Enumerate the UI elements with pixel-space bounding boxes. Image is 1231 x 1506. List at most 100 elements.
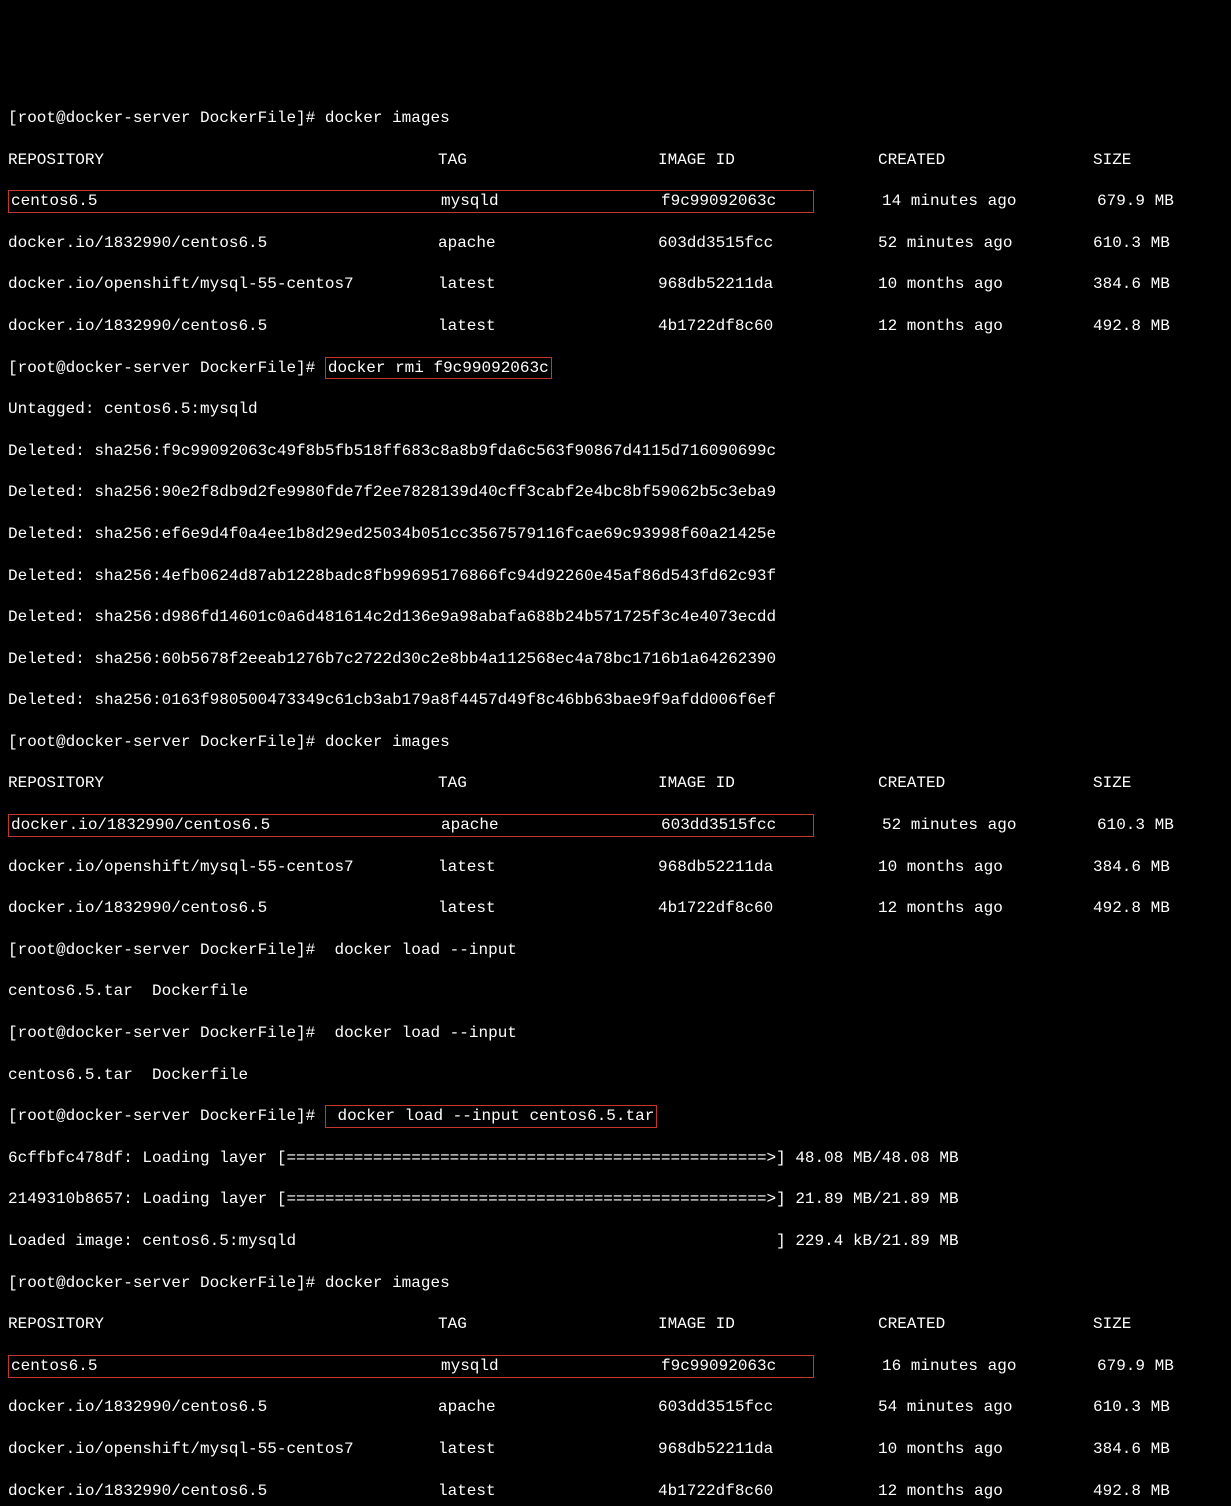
table-header: REPOSITORYTAGIMAGE IDCREATEDSIZE bbox=[8, 773, 1223, 794]
cell-size: 679.9 MB bbox=[1097, 191, 1174, 212]
hdr-created: CREATED bbox=[878, 150, 1093, 171]
output-line: Loaded image: centos6.5:mysqld ] 229.4 k… bbox=[8, 1231, 1223, 1252]
prompt: [root@docker-server DockerFile]# bbox=[8, 1274, 325, 1292]
cell-created: 12 months ago bbox=[878, 898, 1093, 919]
prompt-line[interactable]: [root@docker-server DockerFile]# docker … bbox=[8, 358, 1223, 379]
cell-id: f9c99092063c bbox=[661, 191, 811, 212]
cell-size: 610.3 MB bbox=[1093, 1397, 1170, 1418]
table-row: docker.io/1832990/centos6.5apache603dd35… bbox=[8, 815, 1223, 836]
table-header: REPOSITORYTAGIMAGE IDCREATEDSIZE bbox=[8, 1314, 1223, 1335]
cell-created: 52 minutes ago bbox=[878, 233, 1093, 254]
cell-repo: docker.io/openshift/mysql-55-centos7 bbox=[8, 274, 438, 295]
cell-repo: docker.io/openshift/mysql-55-centos7 bbox=[8, 1439, 438, 1460]
command-text: docker load --input bbox=[325, 1024, 517, 1042]
cell-created: 10 months ago bbox=[878, 857, 1093, 878]
table-row: centos6.5mysqldf9c99092063c16 minutes ag… bbox=[8, 1356, 1223, 1377]
prompt: [root@docker-server DockerFile]# bbox=[8, 1107, 325, 1125]
highlight-box: docker load --input centos6.5.tar bbox=[325, 1105, 657, 1128]
prompt-line[interactable]: [root@docker-server DockerFile]# docker … bbox=[8, 108, 1223, 129]
output-line: Deleted: sha256:f9c99092063c49f8b5fb518f… bbox=[8, 441, 1223, 462]
command-text: docker images bbox=[325, 733, 450, 751]
cell-tag: apache bbox=[438, 233, 658, 254]
hdr-tag: TAG bbox=[438, 150, 658, 171]
cell-id: 603dd3515fcc bbox=[658, 1397, 878, 1418]
command-text: docker load --input bbox=[325, 941, 517, 959]
table-row: centos6.5mysqldf9c99092063c 14 minutes ag… bbox=[8, 191, 1223, 212]
cell-id: 968db52211da bbox=[658, 274, 878, 295]
output-line: Deleted: sha256:90e2f8db9d2fe9980fde7f2e… bbox=[8, 482, 1223, 503]
cell-created: 10 months ago bbox=[878, 274, 1093, 295]
prompt-line[interactable]: [root@docker-server DockerFile]# docker … bbox=[8, 1106, 1223, 1127]
hdr-id: IMAGE ID bbox=[658, 773, 878, 794]
table-row: docker.io/1832990/centos6.5apache603dd35… bbox=[8, 1397, 1223, 1418]
output-line: Deleted: sha256:d986fd14601c0a6d481614c2… bbox=[8, 607, 1223, 628]
command-text: docker images bbox=[325, 1274, 450, 1292]
hdr-id: IMAGE ID bbox=[658, 150, 878, 171]
table-row: docker.io/openshift/mysql-55-centos7late… bbox=[8, 857, 1223, 878]
highlight-box: centos6.5mysqldf9c99092063c bbox=[8, 1355, 814, 1378]
table-row: docker.io/openshift/mysql-55-centos7late… bbox=[8, 274, 1223, 295]
prompt-line[interactable]: [root@docker-server DockerFile]# docker … bbox=[8, 732, 1223, 753]
prompt: [root@docker-server DockerFile]# bbox=[8, 109, 325, 127]
command-text: docker rmi f9c99092063c bbox=[328, 359, 549, 377]
cell-created: 12 months ago bbox=[878, 316, 1093, 337]
cell-size: 610.3 MB bbox=[1093, 233, 1170, 254]
command-text: docker images bbox=[325, 109, 450, 127]
cell-size: 492.8 MB bbox=[1093, 316, 1170, 337]
prompt-line[interactable]: [root@docker-server DockerFile]# docker … bbox=[8, 1273, 1223, 1294]
hdr-repo: REPOSITORY bbox=[8, 1314, 438, 1335]
cell-size: 492.8 MB bbox=[1093, 898, 1170, 919]
output-line: Untagged: centos6.5:mysqld bbox=[8, 399, 1223, 420]
cell-created: 10 months ago bbox=[878, 1439, 1093, 1460]
cell-tag: latest bbox=[438, 316, 658, 337]
prompt: [root@docker-server DockerFile]# bbox=[8, 941, 325, 959]
cell-repo: docker.io/openshift/mysql-55-centos7 bbox=[8, 857, 438, 878]
cell-id: 4b1722df8c60 bbox=[658, 898, 878, 919]
terminal-output: [root@docker-server DockerFile]# docker … bbox=[8, 87, 1223, 1506]
cell-tag: latest bbox=[438, 274, 658, 295]
highlight-box: docker rmi f9c99092063c bbox=[325, 357, 552, 380]
cell-repo: docker.io/1832990/centos6.5 bbox=[8, 898, 438, 919]
cell-size: 679.9 MB bbox=[1097, 1356, 1174, 1377]
cell-tag: mysqld bbox=[441, 191, 661, 212]
cell-tag: apache bbox=[441, 815, 661, 836]
cell-size: 384.6 MB bbox=[1093, 857, 1170, 878]
cell-id: 968db52211da bbox=[658, 857, 878, 878]
prompt: [root@docker-server DockerFile]# bbox=[8, 1024, 325, 1042]
cell-size: 492.8 MB bbox=[1093, 1481, 1170, 1502]
hdr-tag: TAG bbox=[438, 1314, 658, 1335]
hdr-created: CREATED bbox=[878, 773, 1093, 794]
cell-created: 12 months ago bbox=[878, 1481, 1093, 1502]
cell-created: 52 minutes ago bbox=[882, 815, 1097, 836]
output-line: centos6.5.tar Dockerfile bbox=[8, 1065, 1223, 1086]
table-row: docker.io/1832990/centos6.5latest4b1722d… bbox=[8, 898, 1223, 919]
hdr-size: SIZE bbox=[1093, 150, 1131, 171]
output-line: Deleted: sha256:ef6e9d4f0a4ee1b8d29ed250… bbox=[8, 524, 1223, 545]
prompt: [root@docker-server DockerFile]# bbox=[8, 733, 325, 751]
cell-id: 4b1722df8c60 bbox=[658, 1481, 878, 1502]
cell-tag: latest bbox=[438, 1439, 658, 1460]
command-text: docker load --input centos6.5.tar bbox=[328, 1107, 654, 1125]
table-row: docker.io/1832990/centos6.5latest4b1722d… bbox=[8, 1481, 1223, 1502]
table-header: REPOSITORYTAGIMAGE IDCREATEDSIZE bbox=[8, 150, 1223, 171]
cell-tag: mysqld bbox=[441, 1356, 661, 1377]
hdr-size: SIZE bbox=[1093, 773, 1131, 794]
hdr-tag: TAG bbox=[438, 773, 658, 794]
cell-size: 384.6 MB bbox=[1093, 274, 1170, 295]
output-line: 6cffbfc478df: Loading layer [===========… bbox=[8, 1148, 1223, 1169]
cell-tag: latest bbox=[438, 1481, 658, 1502]
table-row: docker.io/openshift/mysql-55-centos7late… bbox=[8, 1439, 1223, 1460]
output-line: Deleted: sha256:4efb0624d87ab1228badc8fb… bbox=[8, 566, 1223, 587]
cell-repo: centos6.5 bbox=[11, 191, 441, 212]
prompt-line[interactable]: [root@docker-server DockerFile]# docker … bbox=[8, 940, 1223, 961]
cell-tag: latest bbox=[438, 898, 658, 919]
cell-repo: docker.io/1832990/centos6.5 bbox=[8, 1397, 438, 1418]
highlight-box: docker.io/1832990/centos6.5apache603dd35… bbox=[8, 814, 814, 837]
cell-size: 384.6 MB bbox=[1093, 1439, 1170, 1460]
cell-created: 14 minutes ago bbox=[882, 191, 1097, 212]
prompt-line[interactable]: [root@docker-server DockerFile]# docker … bbox=[8, 1023, 1223, 1044]
cell-repo: centos6.5 bbox=[11, 1356, 441, 1377]
output-line: 2149310b8657: Loading layer [===========… bbox=[8, 1189, 1223, 1210]
hdr-size: SIZE bbox=[1093, 1314, 1131, 1335]
cell-tag: latest bbox=[438, 857, 658, 878]
